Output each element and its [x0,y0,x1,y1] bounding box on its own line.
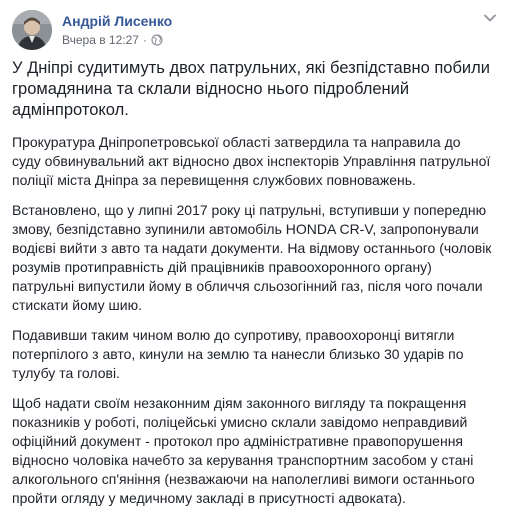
author-name[interactable]: Андрій Лисенко [62,13,172,29]
chevron-down-icon[interactable] [478,10,502,26]
post-body: У Дніпрі судитимуть двох патрульних, які… [12,58,492,519]
post-paragraph: Встановлено, що у липні 2017 року ці пат… [12,202,492,313]
post-paragraph: У Дніпрі судитимуть двох патрульних, які… [12,59,490,119]
post-timestamp[interactable]: Вчера в 12:27 [62,33,139,47]
post-paragraph: Щоб надати своїм незаконним діям законно… [12,395,475,506]
meta-separator: · [142,33,147,47]
post-paragraph: Прокуратура Дніпропетровської області за… [12,134,491,188]
avatar-photo [12,10,52,50]
globe-icon[interactable] [151,34,163,46]
author-avatar[interactable] [12,10,52,50]
post-meta: Вчера в 12:27 · [62,33,163,47]
post-paragraph: Подавивши таким чином волю до супротиву,… [12,327,464,381]
post-header: Андрій Лисенко Вчера в 12:27 · [12,10,502,54]
facebook-post: Андрій Лисенко Вчера в 12:27 · У Дніпрі … [0,0,514,506]
